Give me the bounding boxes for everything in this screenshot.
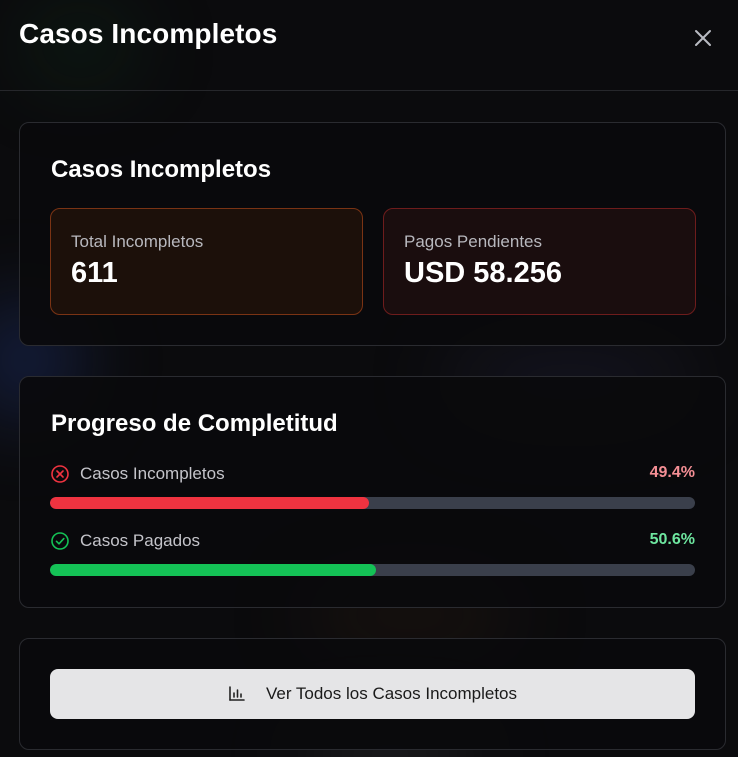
progress-fill-incomplete	[50, 497, 369, 509]
progress-label-incomplete: Casos Incompletos	[80, 464, 225, 483]
total-incomplete-label: Total Incompletos	[71, 232, 204, 251]
pending-payments-value: USD 58.256	[404, 257, 562, 289]
total-incomplete-value: 611	[71, 257, 118, 289]
progress-percent-incomplete: 49.4%	[649, 464, 695, 481]
incomplete-cases-modal: Casos Incompletos Casos Incompletos Tota…	[0, 0, 738, 757]
check-circle-icon	[51, 532, 69, 550]
x-circle-icon	[51, 465, 69, 483]
progress-track-paid	[50, 564, 695, 576]
progress-heading: Progreso de Completitud	[51, 410, 338, 437]
progress-percent-paid: 50.6%	[649, 531, 695, 548]
bar-chart-icon	[229, 686, 245, 701]
view-all-incomplete-label: Ver Todos los Casos Incompletos	[265, 684, 518, 703]
progress-row-incomplete: Casos Incompletos 49.4%	[50, 463, 695, 523]
progress-card: Progreso de Completitud Casos Incompleto…	[19, 376, 726, 608]
progress-track-incomplete	[50, 497, 695, 509]
total-incomplete-stat: Total Incompletos 611	[50, 208, 363, 315]
pending-payments-stat: Pagos Pendientes USD 58.256	[383, 208, 696, 315]
action-card: Ver Todos los Casos Incompletos	[19, 638, 726, 750]
modal-title: Casos Incompletos	[19, 18, 278, 49]
pending-payments-label: Pagos Pendientes	[404, 232, 542, 251]
modal-header: Casos Incompletos	[0, 0, 738, 91]
progress-fill-paid	[50, 564, 377, 576]
summary-card: Casos Incompletos Total Incompletos 611 …	[19, 122, 726, 346]
progress-label-paid: Casos Pagados	[80, 531, 201, 550]
progress-row-paid: Casos Pagados 50.6%	[50, 530, 695, 590]
summary-heading: Casos Incompletos	[51, 156, 272, 183]
view-all-incomplete-button[interactable]: Ver Todos los Casos Incompletos	[50, 669, 695, 719]
close-icon[interactable]	[692, 27, 714, 49]
